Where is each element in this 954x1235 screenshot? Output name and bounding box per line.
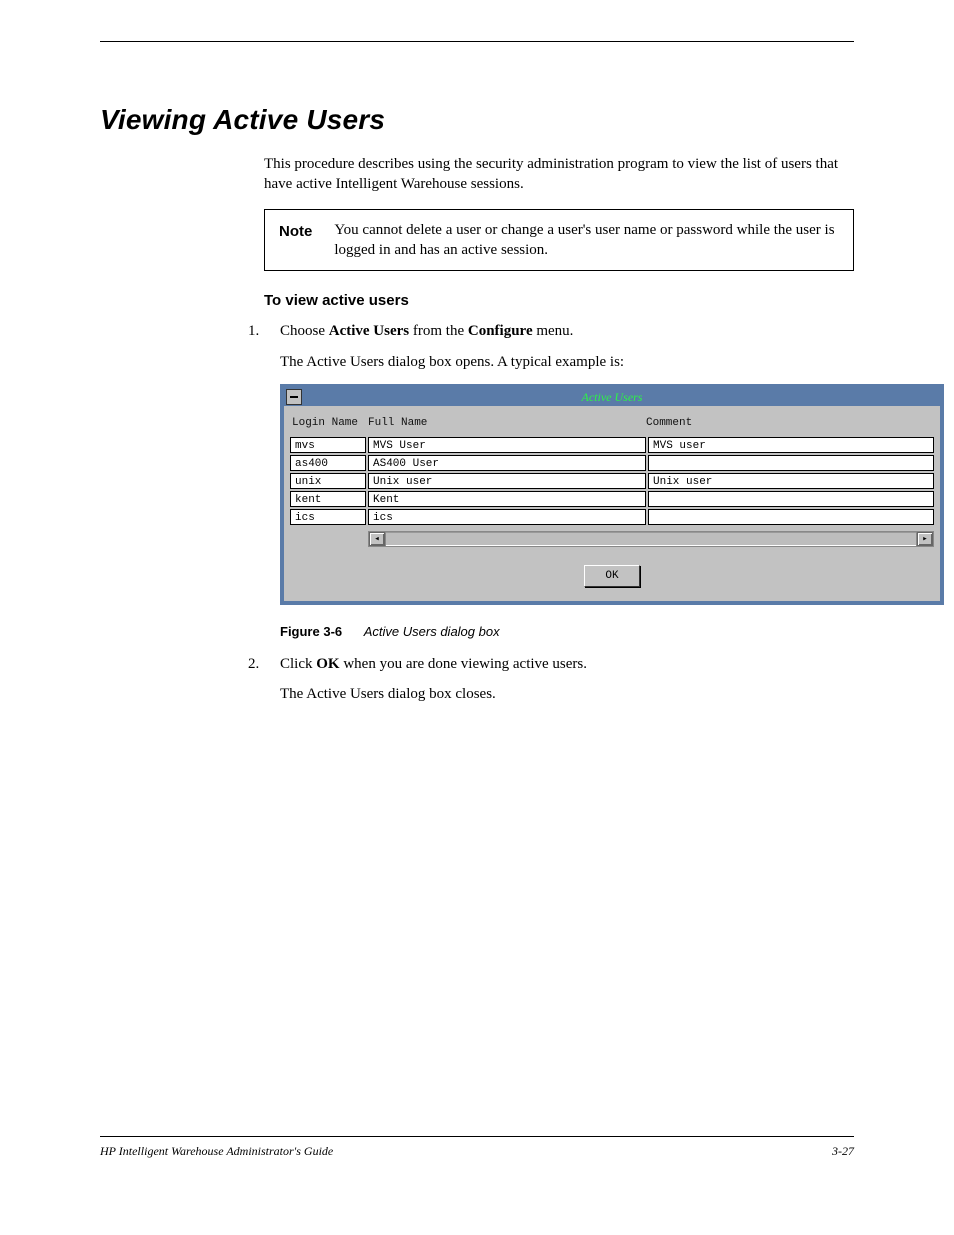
table-row[interactable]: mvs MVS User MVS user <box>290 437 934 453</box>
bottom-rule <box>100 1136 854 1137</box>
step-1: Choose Active Users from the Configure m… <box>248 321 854 640</box>
procedure-list: Choose Active Users from the Configure m… <box>264 321 854 704</box>
procedure-subhead: To view active users <box>264 291 854 311</box>
col-comment: Comment <box>646 416 932 431</box>
dialog-screenshot: Active Users Login Name Full Name Commen… <box>280 384 854 605</box>
col-full: Full Name <box>368 416 646 431</box>
footer-right: 3-27 <box>832 1144 854 1159</box>
active-users-dialog: Active Users Login Name Full Name Commen… <box>280 384 944 605</box>
table-row[interactable]: unix Unix user Unix user <box>290 473 934 489</box>
ok-button[interactable]: OK <box>584 565 639 587</box>
figure-title: Active Users dialog box <box>364 624 500 639</box>
footer-left: HP Intelligent Warehouse Administrator's… <box>100 1144 333 1159</box>
titlebar: Active Users <box>284 388 940 406</box>
note-box: Note You cannot delete a user or change … <box>264 209 854 272</box>
menu-action: Active Users <box>329 323 409 339</box>
table-row[interactable]: ics ics <box>290 509 934 525</box>
step-1-result: The Active Users dialog box opens. A typ… <box>280 352 854 372</box>
top-rule <box>100 41 854 42</box>
page-footer: HP Intelligent Warehouse Administrator's… <box>100 1144 854 1159</box>
intro-paragraph: This procedure describes using the secur… <box>264 154 854 195</box>
scroll-left-icon[interactable]: ◂ <box>369 532 385 546</box>
horizontal-scrollbar[interactable]: ◂ ▸ <box>368 531 934 547</box>
col-login: Login Name <box>292 416 368 431</box>
section-heading: Viewing Active Users <box>100 104 854 136</box>
menu-name: Configure <box>468 323 533 339</box>
table-row[interactable]: kent Kent <box>290 491 934 507</box>
dialog-title: Active Users <box>284 389 940 405</box>
note-label: Note <box>279 220 312 242</box>
ok-label: OK <box>316 656 339 672</box>
note-text: You cannot delete a user or change a use… <box>334 220 839 261</box>
table-row[interactable]: as400 AS400 User <box>290 455 934 471</box>
table-header: Login Name Full Name Comment <box>290 412 934 437</box>
scroll-right-icon[interactable]: ▸ <box>917 532 933 546</box>
figure-caption: Figure 3-6 Active Users dialog box <box>280 623 854 641</box>
system-menu-icon[interactable] <box>286 389 302 405</box>
scroll-track[interactable] <box>385 532 917 546</box>
step-2-result: The Active Users dialog box closes. <box>280 684 854 704</box>
step-2: Click OK when you are done viewing activ… <box>248 654 854 705</box>
figure-number: Figure 3-6 <box>280 624 342 639</box>
